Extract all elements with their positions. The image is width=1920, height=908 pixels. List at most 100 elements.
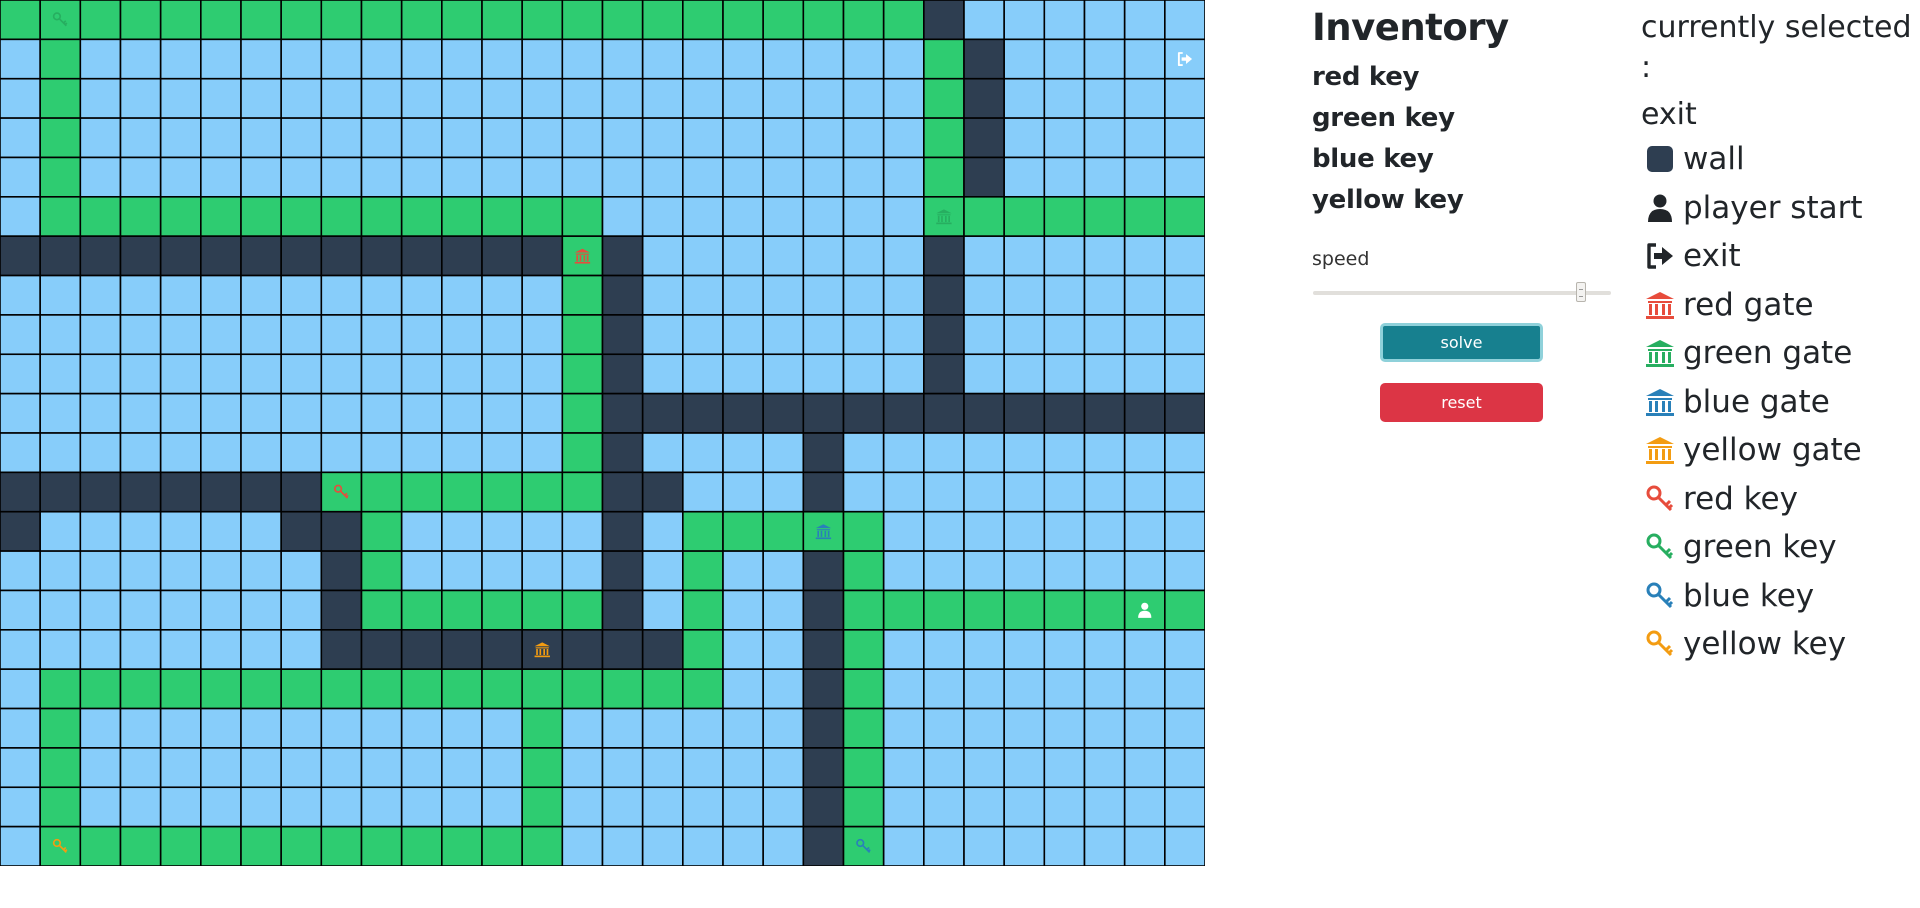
path-cell[interactable] xyxy=(1003,589,1046,631)
floor-cell[interactable] xyxy=(802,156,845,198)
path-cell[interactable] xyxy=(0,0,41,41)
wall-cell[interactable] xyxy=(601,353,644,395)
floor-cell[interactable] xyxy=(360,707,403,749)
wall-cell[interactable] xyxy=(722,392,764,434)
wall-cell[interactable] xyxy=(521,235,564,277)
floor-cell[interactable] xyxy=(119,589,162,631)
floor-cell[interactable] xyxy=(521,353,564,395)
path-cell[interactable] xyxy=(601,668,644,710)
path-cell[interactable] xyxy=(481,471,523,513)
wall-cell[interactable] xyxy=(400,629,443,670)
path-cell[interactable] xyxy=(79,196,122,237)
path-cell[interactable] xyxy=(762,0,805,41)
floor-cell[interactable] xyxy=(159,38,202,80)
floor-cell[interactable] xyxy=(79,274,122,316)
floor-cell[interactable] xyxy=(1043,432,1086,474)
path-cell[interactable] xyxy=(521,196,564,237)
floor-cell[interactable] xyxy=(0,550,41,592)
floor-cell[interactable] xyxy=(882,156,925,198)
path-cell[interactable] xyxy=(441,0,483,41)
reset-button[interactable]: reset xyxy=(1380,383,1543,422)
floor-cell[interactable] xyxy=(441,353,483,395)
path-cell[interactable] xyxy=(240,668,282,710)
floor-cell[interactable] xyxy=(280,747,323,789)
wall-cell[interactable] xyxy=(481,235,523,277)
floor-cell[interactable] xyxy=(682,825,724,866)
floor-cell[interactable] xyxy=(441,432,483,474)
path-cell[interactable] xyxy=(1083,196,1126,237)
path-cell[interactable] xyxy=(842,668,885,710)
wall-cell[interactable] xyxy=(320,235,363,277)
wall-cell[interactable] xyxy=(481,629,523,670)
floor-cell[interactable] xyxy=(360,353,403,395)
floor-cell[interactable] xyxy=(400,747,443,789)
floor-cell[interactable] xyxy=(682,786,724,828)
path-cell[interactable] xyxy=(79,0,122,41)
floor-cell[interactable] xyxy=(1003,747,1046,789)
floor-cell[interactable] xyxy=(802,77,845,119)
floor-cell[interactable] xyxy=(240,510,282,552)
floor-cell[interactable] xyxy=(441,510,483,552)
wall-cell[interactable] xyxy=(802,668,845,710)
wall-cell[interactable] xyxy=(641,392,684,434)
floor-cell[interactable] xyxy=(200,510,242,552)
floor-cell[interactable] xyxy=(280,156,323,198)
path-cell[interactable] xyxy=(521,825,564,866)
floor-cell[interactable] xyxy=(682,235,724,277)
floor-cell[interactable] xyxy=(360,117,403,159)
path-cell[interactable] xyxy=(641,668,684,710)
path-cell[interactable] xyxy=(561,0,604,41)
floor-cell[interactable] xyxy=(882,432,925,474)
path-cell[interactable] xyxy=(842,510,885,552)
floor-cell[interactable] xyxy=(441,550,483,592)
floor-cell[interactable] xyxy=(0,314,41,356)
path-cell[interactable] xyxy=(923,589,965,631)
floor-cell[interactable] xyxy=(280,274,323,316)
floor-cell[interactable] xyxy=(280,432,323,474)
floor-cell[interactable] xyxy=(1003,825,1046,866)
floor-cell[interactable] xyxy=(682,353,724,395)
floor-cell[interactable] xyxy=(842,77,885,119)
wall-cell[interactable] xyxy=(923,274,965,316)
floor-cell[interactable] xyxy=(79,707,122,749)
floor-cell[interactable] xyxy=(842,353,885,395)
path-cell[interactable] xyxy=(561,589,604,631)
floor-cell[interactable] xyxy=(882,274,925,316)
floor-cell[interactable] xyxy=(240,38,282,80)
floor-cell[interactable] xyxy=(641,589,684,631)
floor-cell[interactable] xyxy=(360,432,403,474)
path-cell[interactable] xyxy=(521,668,564,710)
floor-cell[interactable] xyxy=(119,392,162,434)
floor-cell[interactable] xyxy=(1164,235,1205,277)
floor-cell[interactable] xyxy=(561,117,604,159)
floor-cell[interactable] xyxy=(923,825,965,866)
floor-cell[interactable] xyxy=(842,274,885,316)
floor-cell[interactable] xyxy=(641,825,684,866)
wall-cell[interactable] xyxy=(923,235,965,277)
path-cell[interactable] xyxy=(682,550,724,592)
floor-cell[interactable] xyxy=(360,314,403,356)
path-cell[interactable] xyxy=(320,196,363,237)
floor-cell[interactable] xyxy=(923,550,965,592)
path-cell[interactable] xyxy=(320,825,363,866)
path-cell[interactable] xyxy=(521,0,564,41)
floor-cell[interactable] xyxy=(0,392,41,434)
path-cell[interactable] xyxy=(1083,589,1126,631)
floor-cell[interactable] xyxy=(802,235,845,277)
floor-cell[interactable] xyxy=(119,747,162,789)
floor-cell[interactable] xyxy=(601,117,644,159)
wall-cell[interactable] xyxy=(240,235,282,277)
wall-cell[interactable] xyxy=(320,589,363,631)
floor-cell[interactable] xyxy=(561,747,604,789)
path-cell[interactable] xyxy=(200,196,242,237)
path-cell[interactable] xyxy=(923,38,965,80)
floor-cell[interactable] xyxy=(842,432,885,474)
floor-cell[interactable] xyxy=(119,117,162,159)
floor-cell[interactable] xyxy=(1003,274,1046,316)
wall-cell[interactable] xyxy=(923,314,965,356)
floor-cell[interactable] xyxy=(200,117,242,159)
floor-cell[interactable] xyxy=(762,77,805,119)
floor-cell[interactable] xyxy=(722,156,764,198)
path-cell[interactable] xyxy=(39,707,82,749)
floor-cell[interactable] xyxy=(200,38,242,80)
